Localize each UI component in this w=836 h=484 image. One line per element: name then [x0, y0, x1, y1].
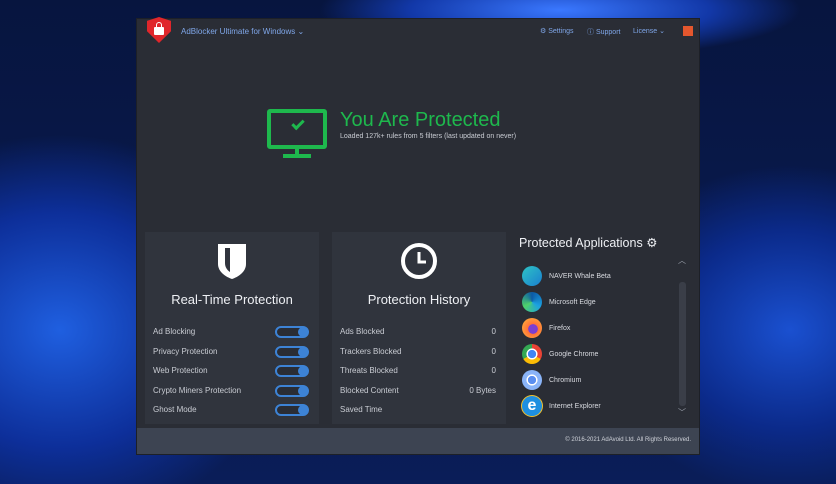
- stat-row: Saved Time: [340, 405, 496, 417]
- gear-icon[interactable]: ⚙: [646, 236, 657, 250]
- app-item-chromium[interactable]: Chromium: [522, 370, 581, 390]
- title-bar: AdBlocker Ultimate for Windows ⌄ ⚙ Setti…: [137, 17, 699, 45]
- support-link[interactable]: ⓘ Support: [587, 27, 620, 37]
- crypto-miners-toggle[interactable]: [275, 385, 309, 397]
- internet-explorer-icon: e: [522, 396, 542, 416]
- app-title: AdBlocker Ultimate for Windows: [181, 27, 296, 36]
- license-dropdown[interactable]: License ⌄: [633, 27, 665, 35]
- app-label: Google Chrome: [549, 350, 599, 358]
- ad-blocking-toggle[interactable]: [275, 326, 309, 338]
- monitor-base: [283, 154, 311, 158]
- toggle-label: Web Protection: [153, 366, 208, 375]
- stat-label: Trackers Blocked: [340, 347, 402, 356]
- toggle-label: Ghost Mode: [153, 405, 197, 414]
- app-window: AdBlocker Ultimate for Windows ⌄ ⚙ Setti…: [136, 17, 700, 455]
- stat-value: 0: [491, 327, 496, 336]
- apps-title-label: Protected Applications: [519, 236, 643, 250]
- chrome-icon: [522, 344, 542, 364]
- stat-row: Trackers Blocked 0: [340, 347, 496, 359]
- shield-icon: [218, 244, 246, 279]
- stat-label: Ads Blocked: [340, 327, 385, 336]
- history-title: Protection History: [367, 292, 471, 307]
- app-item-firefox[interactable]: Firefox: [522, 318, 570, 338]
- realtime-title: Real-Time Protection: [171, 292, 293, 307]
- settings-label: Settings: [548, 28, 574, 35]
- footer: © 2016-2021 AdAvoid Ltd. All Rights Rese…: [137, 428, 699, 454]
- realtime-panel: Real-Time Protection Ad Blocking Privacy…: [145, 232, 319, 424]
- app-label: Internet Explorer: [549, 402, 601, 410]
- ghost-mode-toggle[interactable]: [275, 404, 309, 416]
- stat-row: Ads Blocked 0: [340, 327, 496, 339]
- stat-value: 0: [491, 347, 496, 356]
- app-label: Chromium: [549, 376, 582, 384]
- settings-link[interactable]: ⚙ Settings: [540, 27, 574, 35]
- toggle-row-web: Web Protection: [153, 365, 309, 378]
- status-subtitle: Loaded 127k+ rules from 5 filters (last …: [340, 133, 517, 140]
- chromium-icon: [522, 370, 542, 390]
- chevron-down-icon: ⌄: [659, 28, 665, 35]
- app-label: Microsoft Edge: [549, 298, 596, 306]
- lock-icon: [154, 22, 164, 35]
- app-item-chrome[interactable]: Google Chrome: [522, 344, 598, 364]
- stat-row: Threats Blocked 0: [340, 366, 496, 378]
- web-protection-toggle[interactable]: [275, 365, 309, 377]
- toggle-row-privacy: Privacy Protection: [153, 346, 309, 359]
- stat-value: 0 Bytes: [469, 386, 496, 395]
- chevron-down-icon: ⌄: [297, 27, 305, 36]
- help-icon: ⓘ: [587, 29, 594, 36]
- scroll-up-icon[interactable]: ︿: [678, 255, 686, 266]
- stat-label: Saved Time: [340, 405, 383, 414]
- app-label: Firefox: [549, 324, 571, 332]
- app-item-ie[interactable]: e Internet Explorer: [522, 396, 601, 416]
- app-item-naver-whale[interactable]: NAVER Whale Beta: [522, 266, 611, 286]
- support-label: Support: [595, 29, 621, 36]
- toggle-label: Crypto Miners Protection: [153, 386, 242, 395]
- clock-icon: [401, 243, 437, 279]
- status-title: You Are Protected: [340, 109, 501, 131]
- app-item-edge[interactable]: Microsoft Edge: [522, 292, 596, 312]
- naver-whale-icon: [522, 266, 542, 286]
- toggle-label: Ad Blocking: [153, 327, 196, 336]
- privacy-protection-toggle[interactable]: [275, 346, 309, 358]
- gear-icon: ⚙: [540, 28, 547, 35]
- stat-label: Blocked Content: [340, 386, 399, 395]
- toggle-row-crypto: Crypto Miners Protection: [153, 385, 309, 398]
- app-title-dropdown[interactable]: AdBlocker Ultimate for Windows ⌄: [181, 27, 304, 36]
- toggle-row-ad-blocking: Ad Blocking: [153, 326, 309, 339]
- close-button[interactable]: [683, 26, 693, 36]
- edge-icon: [522, 292, 542, 312]
- scroll-down-icon[interactable]: ﹀: [678, 407, 686, 418]
- toggle-label: Privacy Protection: [153, 347, 218, 356]
- monitor-check-icon: [267, 109, 327, 149]
- copyright: © 2016-2021 AdAvoid Ltd. All Rights Rese…: [565, 437, 691, 443]
- firefox-icon: [522, 318, 542, 338]
- stat-value: 0: [491, 366, 496, 375]
- license-label: License: [633, 28, 658, 35]
- apps-scrollbar[interactable]: [679, 282, 686, 406]
- toggle-row-ghost: Ghost Mode: [153, 404, 309, 417]
- app-label: NAVER Whale Beta: [549, 272, 611, 280]
- stat-label: Threats Blocked: [340, 366, 398, 375]
- history-panel: Protection History Ads Blocked 0 Trackers…: [332, 232, 506, 424]
- protected-apps-title: Protected Applications ⚙: [519, 235, 657, 250]
- stat-row: Blocked Content 0 Bytes: [340, 386, 496, 398]
